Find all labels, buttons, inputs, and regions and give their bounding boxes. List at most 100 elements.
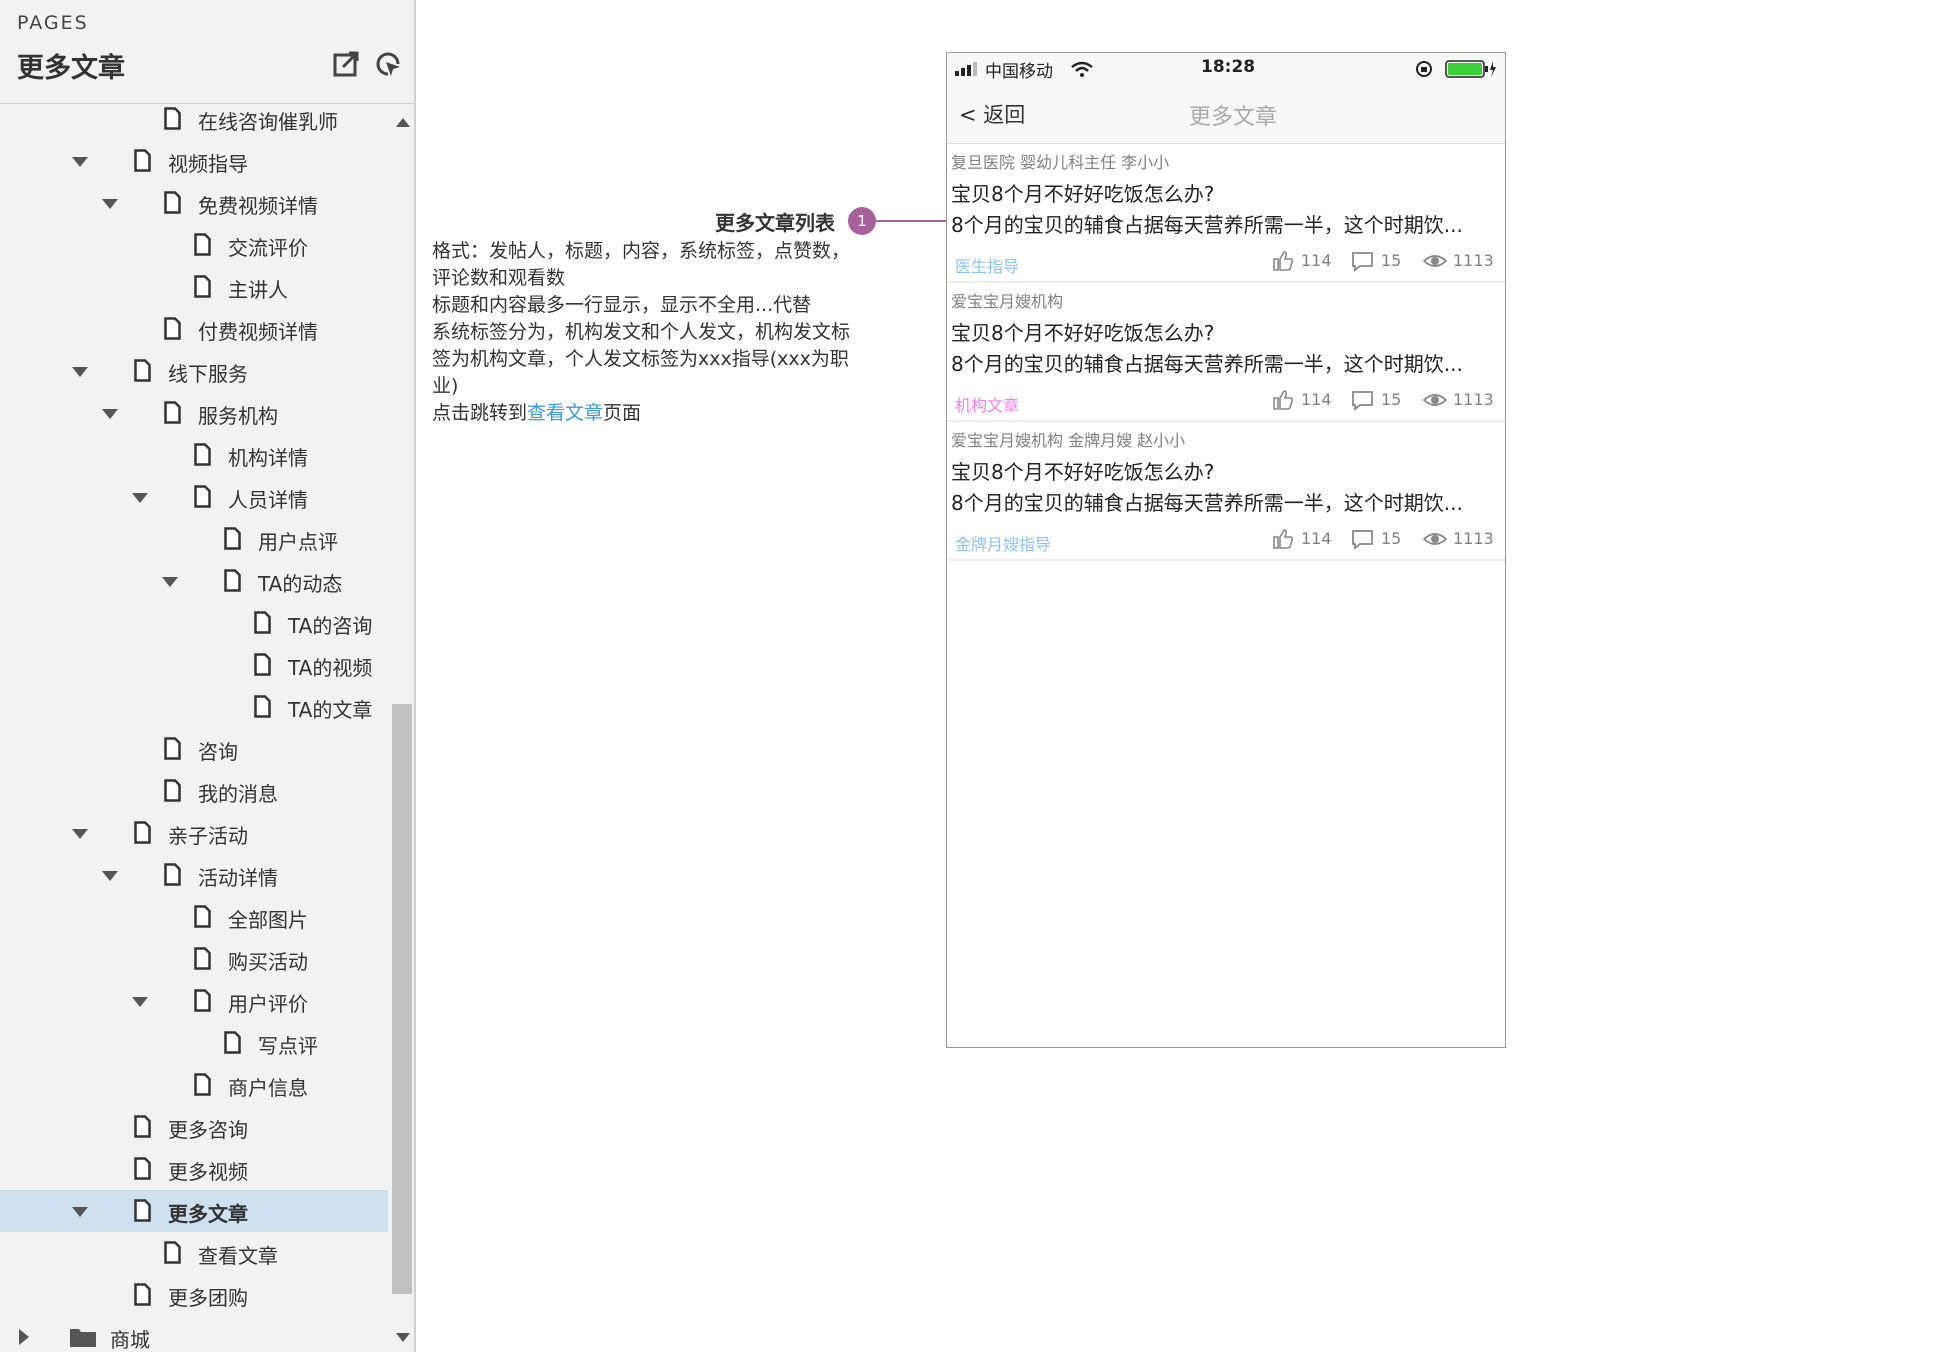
rotation-lock-icon bbox=[1416, 61, 1432, 77]
tree-item-label: 用户评价 bbox=[228, 992, 308, 1016]
article-card[interactable]: 爱宝宝月嫂机构 金牌月嫂 赵小小 宝贝8个月不好好吃饭怎么办? 8个月的宝贝的辅食占… bbox=[947, 423, 1505, 561]
scroll-down-arrow-icon[interactable] bbox=[396, 1333, 410, 1342]
tree-page[interactable]: 亲子活动 bbox=[0, 812, 388, 854]
page-icon bbox=[194, 485, 211, 508]
tree-page[interactable]: 全部图片 bbox=[0, 896, 388, 938]
expand-caret-down-icon[interactable] bbox=[72, 1207, 88, 1217]
tree-folder[interactable]: 商城 bbox=[0, 1316, 388, 1352]
link-prefix: 点击跳转到 bbox=[432, 402, 528, 424]
tree-page[interactable]: 更多视频 bbox=[0, 1148, 388, 1190]
comment-count: 15 bbox=[1381, 529, 1402, 548]
article-content: 8个月的宝贝的辅食占据每天营养所需一半，这个时期饮... bbox=[951, 491, 1463, 515]
page-icon bbox=[194, 989, 211, 1012]
tree-item-label: 在线咨询催乳师 bbox=[198, 110, 338, 134]
tree-page[interactable]: 主讲人 bbox=[0, 266, 388, 308]
annotation-line: 格式：发帖人，标题，内容，系统标签，点赞数，评论数和观看数 bbox=[432, 240, 851, 289]
page-icon bbox=[164, 1241, 181, 1264]
tree-page[interactable]: 更多咨询 bbox=[0, 1106, 388, 1148]
page-icon bbox=[134, 149, 151, 172]
back-button[interactable]: < 返回 bbox=[959, 99, 1025, 129]
annotation-connector bbox=[876, 220, 948, 222]
tree-page[interactable]: 视频指导 bbox=[0, 140, 388, 182]
tree-page[interactable]: 人员详情 bbox=[0, 476, 388, 518]
annotation-body: 格式：发帖人，标题，内容，系统标签，点赞数，评论数和观看数 标题和内容最多一行显… bbox=[432, 238, 862, 427]
page-icon bbox=[254, 653, 271, 676]
locate-page-icon[interactable] bbox=[374, 50, 402, 78]
article-title: 宝贝8个月不好好吃饭怎么办? bbox=[951, 460, 1215, 484]
article-card[interactable]: 复旦医院 婴幼儿科主任 李小小 宝贝8个月不好好吃饭怎么办? 8个月的宝贝的辅食占据… bbox=[947, 145, 1505, 283]
annotation-badge[interactable]: 1 bbox=[848, 207, 876, 235]
tree-page[interactable]: 我的消息 bbox=[0, 770, 388, 812]
page-icon bbox=[254, 611, 271, 634]
view-article-link[interactable]: 查看文章 bbox=[527, 402, 603, 424]
annotation-title: 更多文章列表 bbox=[715, 211, 835, 235]
tree-item-label: 人员详情 bbox=[228, 488, 308, 512]
tree-page[interactable]: 服务机构 bbox=[0, 392, 388, 434]
tree-page[interactable]: 线下服务 bbox=[0, 350, 388, 392]
tree-page[interactable]: 免费视频详情 bbox=[0, 182, 388, 224]
expand-caret-down-icon[interactable] bbox=[72, 367, 88, 377]
scroll-up-arrow-icon[interactable] bbox=[396, 118, 410, 127]
tree-page[interactable]: 写点评 bbox=[0, 1022, 388, 1064]
page-tree: 在线咨询催乳师视频指导 免费视频详情交流评价主讲人 付费视频详情 线下服务 服务机构机构… bbox=[0, 104, 390, 1352]
tree-item-label: 写点评 bbox=[258, 1034, 318, 1058]
export-icon[interactable] bbox=[332, 50, 360, 78]
tree-page[interactable]: TA的动态 bbox=[0, 560, 388, 602]
expand-caret-down-icon[interactable] bbox=[102, 871, 118, 881]
page-icon bbox=[194, 275, 211, 298]
page-icon bbox=[134, 1283, 151, 1306]
tree-item-label: 机构详情 bbox=[228, 446, 308, 470]
expand-caret-down-icon[interactable] bbox=[72, 829, 88, 839]
tree-item-label: 交流评价 bbox=[228, 236, 308, 260]
tree-page[interactable]: TA的咨询 bbox=[0, 602, 388, 644]
scrollbar-thumb[interactable] bbox=[392, 704, 412, 1294]
like-count: 114 bbox=[1301, 390, 1332, 409]
article-content: 8个月的宝贝的辅食占据每天营养所需一半，这个时期饮... bbox=[951, 352, 1463, 376]
article-content: 8个月的宝贝的辅食占据每天营养所需一半，这个时期饮... bbox=[951, 213, 1463, 237]
expand-caret-down-icon[interactable] bbox=[132, 997, 148, 1007]
tree-item-label: 更多文章 bbox=[168, 1202, 248, 1226]
tree-page[interactable]: 在线咨询催乳师 bbox=[0, 104, 388, 140]
tree-page[interactable]: TA的文章 bbox=[0, 686, 388, 728]
tree-item-label: 咨询 bbox=[198, 740, 238, 764]
tree-item-label: 用户点评 bbox=[258, 530, 338, 554]
thumbs-up-icon bbox=[1273, 529, 1294, 549]
tree-page[interactable]: 交流评价 bbox=[0, 224, 388, 266]
tree-page[interactable]: 付费视频详情 bbox=[0, 308, 388, 350]
tree-item-label: 我的消息 bbox=[198, 782, 278, 806]
page-icon bbox=[194, 905, 211, 928]
like-count: 114 bbox=[1301, 251, 1332, 270]
tree-page[interactable]: 更多文章 bbox=[0, 1190, 388, 1232]
expand-caret-down-icon[interactable] bbox=[72, 157, 88, 167]
tree-item-label: 更多团购 bbox=[168, 1286, 248, 1310]
tree-page[interactable]: 购买活动 bbox=[0, 938, 388, 980]
tree-page[interactable]: TA的视频 bbox=[0, 644, 388, 686]
tree-item-label: 全部图片 bbox=[228, 908, 308, 932]
tree-page[interactable]: 更多团购 bbox=[0, 1274, 388, 1316]
page-icon bbox=[194, 947, 211, 970]
tree-page[interactable]: 商户信息 bbox=[0, 1064, 388, 1106]
expand-caret-down-icon[interactable] bbox=[132, 493, 148, 503]
tree-item-label: TA的视频 bbox=[288, 656, 373, 680]
expand-caret-down-icon[interactable] bbox=[162, 577, 178, 587]
comment-count: 15 bbox=[1381, 251, 1402, 270]
tree-page[interactable]: 用户评价 bbox=[0, 980, 388, 1022]
expand-caret-down-icon[interactable] bbox=[102, 199, 118, 209]
expand-caret-right-icon[interactable] bbox=[19, 1329, 29, 1345]
tree-item-label: TA的动态 bbox=[258, 572, 343, 596]
thumbs-up-icon bbox=[1273, 390, 1294, 410]
article-card[interactable]: 爱宝宝月嫂机构 宝贝8个月不好好吃饭怎么办? 8个月的宝贝的辅食占据每天营养所需一半… bbox=[947, 284, 1505, 422]
tree-page[interactable]: 查看文章 bbox=[0, 1232, 388, 1274]
tree-page[interactable]: 活动详情 bbox=[0, 854, 388, 896]
page-icon bbox=[164, 737, 181, 760]
nav-bar: < 返回 更多文章 bbox=[947, 83, 1505, 144]
tree-page[interactable]: 机构详情 bbox=[0, 434, 388, 476]
page-title: 更多文章 bbox=[17, 53, 125, 84]
tree-page[interactable]: 咨询 bbox=[0, 728, 388, 770]
tree-item-label: TA的咨询 bbox=[288, 614, 373, 638]
page-icon bbox=[164, 107, 181, 130]
tree-page[interactable]: 用户点评 bbox=[0, 518, 388, 560]
expand-caret-down-icon[interactable] bbox=[102, 409, 118, 419]
page-icon bbox=[224, 1031, 241, 1054]
article-tag: 机构文章 bbox=[955, 396, 1020, 415]
